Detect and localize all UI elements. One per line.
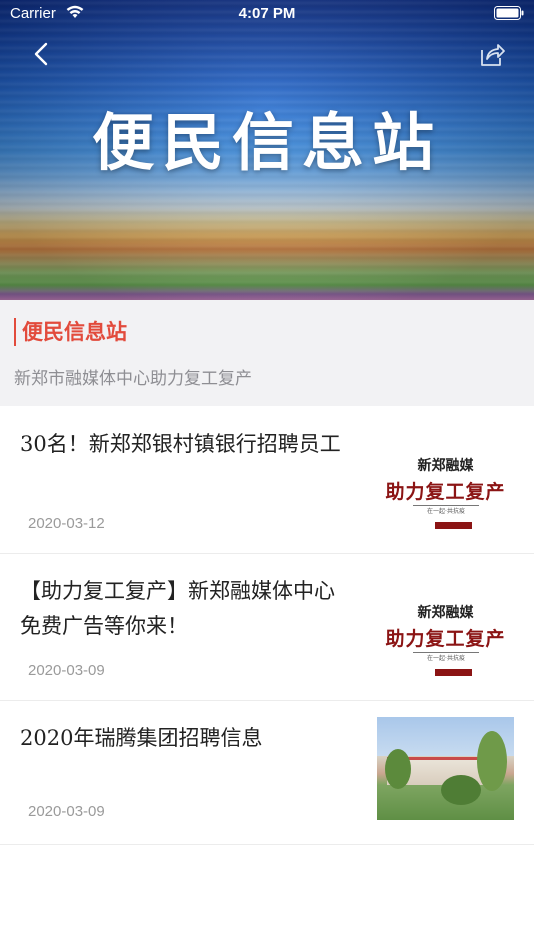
article-item[interactable]: 30名！新郑郑银村镇银行招聘员工 2020-03-12 新郑融媒 助力复工复产 … bbox=[0, 407, 534, 554]
photo-tree bbox=[477, 731, 507, 791]
section-subtitle: 新郑市融媒体中心助力复工复产 bbox=[14, 369, 252, 389]
share-icon bbox=[481, 44, 505, 66]
article-date: 2020-03-09 bbox=[28, 803, 105, 820]
poster-line3: 在一起·共抗疫 bbox=[413, 505, 479, 515]
status-time: 4:07 PM bbox=[238, 5, 296, 22]
article-title: 2020年瑞腾集团招聘信息 bbox=[20, 726, 263, 750]
poster-line1: 新郑融媒 bbox=[417, 605, 474, 621]
poster-bar bbox=[435, 522, 472, 529]
poster-line1: 新郑融媒 bbox=[417, 458, 474, 474]
article-date: 2020-03-12 bbox=[28, 515, 105, 532]
article-thumbnail: 新郑融媒 助力复工复产 在一起·共抗疫 bbox=[377, 574, 514, 677]
battery-icon bbox=[494, 6, 524, 20]
article-title: 【助力复工复产】新郑融媒体中心免费广告等你来！ bbox=[20, 579, 335, 638]
intro-section: 便民信息站 新郑市融媒体中心助力复工复产 bbox=[0, 300, 534, 406]
photo-tree bbox=[441, 775, 481, 805]
section-title: 便民信息站 bbox=[14, 318, 127, 346]
share-button[interactable] bbox=[476, 38, 508, 70]
chevron-left-icon bbox=[34, 42, 48, 66]
article-date: 2020-03-09 bbox=[28, 662, 105, 679]
article-thumbnail: 新郑融媒 助力复工复产 在一起·共抗疫 bbox=[377, 427, 514, 530]
article-item[interactable]: 【助力复工复产】新郑融媒体中心免费广告等你来！ 2020-03-09 新郑融媒 … bbox=[0, 554, 534, 701]
poster-line2: 助力复工复产 bbox=[385, 481, 506, 503]
banner-title: 便民信息站 bbox=[91, 106, 442, 179]
status-bar: Carrier 4:07 PM bbox=[0, 0, 534, 28]
poster-line3: 在一起·共抗疫 bbox=[413, 652, 479, 662]
article-thumbnail-photo bbox=[377, 717, 514, 820]
article-item[interactable]: 2020年瑞腾集团招聘信息 2020-03-09 bbox=[0, 701, 534, 845]
poster-bar bbox=[435, 669, 472, 676]
article-list: 30名！新郑郑银村镇银行招聘员工 2020-03-12 新郑融媒 助力复工复产 … bbox=[0, 407, 534, 845]
photo-tree bbox=[385, 749, 411, 789]
header-banner: Carrier 4:07 PM 便民信息站 bbox=[0, 0, 534, 300]
article-title: 30名！新郑郑银村镇银行招聘员工 bbox=[20, 432, 341, 456]
back-button[interactable] bbox=[26, 38, 58, 70]
poster-line2: 助力复工复产 bbox=[385, 628, 506, 650]
